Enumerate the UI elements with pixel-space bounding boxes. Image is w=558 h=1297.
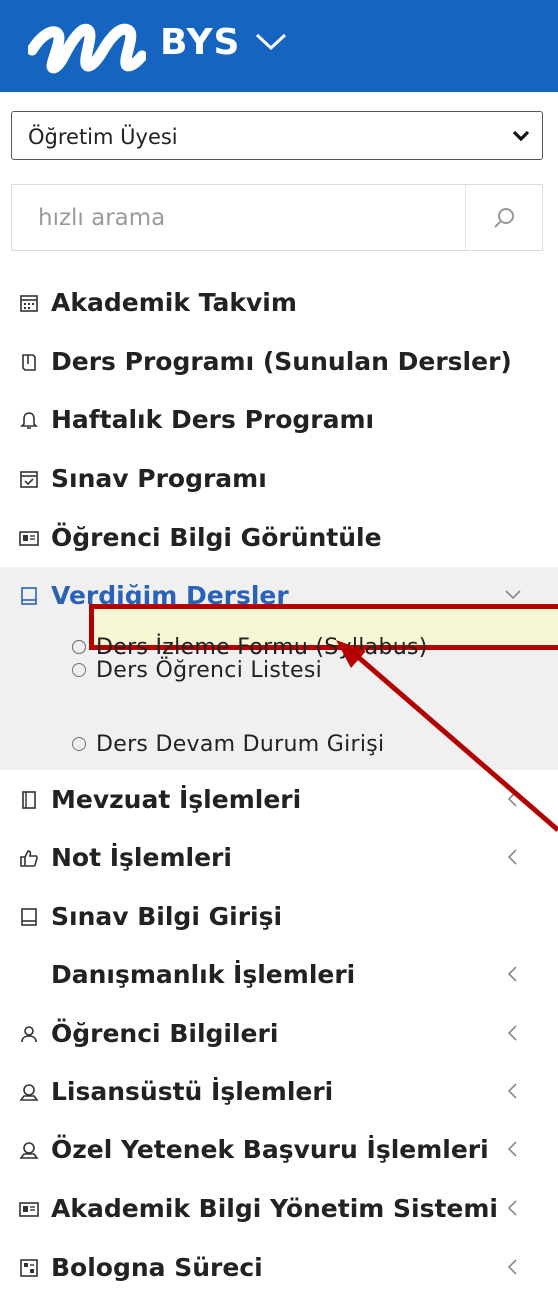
menu-item-haftalik-ders-programi[interactable]: Haftalık Ders Programı — [0, 391, 558, 449]
submenu-item-ders-devam-durum-girisi[interactable]: Ders Devam Durum Girişi — [0, 727, 558, 765]
menu-item-label: Bologna Süreci — [51, 1253, 263, 1282]
bell-icon — [20, 412, 38, 429]
submenu-item-label: Ders İzleme Formu (Syllabus) — [96, 635, 428, 660]
menu-group-verdigim-dersler: Verdiğim Dersler Ders İzleme Formu (Syll… — [0, 567, 558, 770]
menu-item-label: Lisansüstü İşlemleri — [51, 1077, 334, 1106]
search-icon — [494, 208, 514, 228]
graduate-icon — [19, 1142, 39, 1159]
menu-item-label: Ders Programı (Sunulan Dersler) — [51, 347, 512, 376]
user-icon — [21, 1026, 37, 1043]
chevron-left-icon — [507, 1259, 517, 1275]
brand-title[interactable]: BYS — [160, 22, 240, 63]
circle-icon — [72, 640, 86, 654]
menu-item-label: Öğrenci Bilgileri — [51, 1019, 279, 1048]
menu-item-label: Mevzuat İşlemleri — [51, 785, 302, 814]
submenu-item-label: Ders Devam Durum Girişi — [96, 732, 385, 757]
role-select[interactable]: Öğretim Üyesi — [11, 111, 543, 160]
chevron-down-icon[interactable] — [254, 30, 288, 52]
chevron-down-icon — [512, 130, 530, 142]
menu-item-ozel-yetenek-basvuru[interactable]: Özel Yetenek Başvuru İşlemleri — [0, 1121, 558, 1179]
menu-item-label: Özel Yetenek Başvuru İşlemleri — [51, 1135, 489, 1164]
chevron-left-icon — [507, 1083, 517, 1099]
menu-item-mevzuat-islemleri[interactable]: Mevzuat İşlemleri — [0, 771, 558, 829]
quick-search: hızlı arama — [11, 184, 543, 251]
chevron-left-icon — [507, 849, 517, 865]
id-card-icon — [19, 1202, 39, 1217]
menu-item-label: Akademik Takvim — [51, 288, 297, 317]
graduate-icon — [19, 1084, 39, 1101]
menu-item-label: Sınav Programı — [51, 464, 267, 493]
menu-item-ogrenci-bilgileri[interactable]: Öğrenci Bilgileri — [0, 1005, 558, 1063]
chevron-left-icon — [507, 1025, 517, 1041]
role-select-value: Öğretim Üyesi — [28, 125, 178, 149]
menu-item-bologna-sureci[interactable]: Bologna Süreci — [0, 1239, 558, 1297]
menu-item-not-islemleri[interactable]: Not İşlemleri — [0, 829, 558, 887]
university-logo[interactable] — [28, 16, 146, 74]
menu-item-label: Haftalık Ders Programı — [51, 405, 375, 434]
calendar-check-icon — [20, 471, 38, 488]
chevron-left-icon — [507, 966, 517, 982]
top-header: BYS — [0, 0, 558, 92]
notebook-icon — [21, 908, 37, 926]
menu-item-lisansustu-islemleri[interactable]: Lisansüstü İşlemleri — [0, 1063, 558, 1121]
id-card-icon — [19, 531, 39, 546]
menu-item-akademik-takvim[interactable]: Akademik Takvim — [0, 274, 558, 332]
menu-item-label: Akademik Bilgi Yönetim Sistemi — [51, 1194, 498, 1223]
chevron-left-icon — [507, 1200, 517, 1216]
grid-icon — [20, 1259, 38, 1277]
menu-item-ders-programi[interactable]: Ders Programı (Sunulan Dersler) — [0, 333, 558, 391]
search-button[interactable] — [465, 185, 542, 250]
notebook-icon — [21, 587, 37, 605]
book-icon — [22, 354, 36, 371]
menu-item-akademik-bilgi-yonetim[interactable]: Akademik Bilgi Yönetim Sistemi — [0, 1180, 558, 1238]
menu-item-label: Danışmanlık İşlemleri — [51, 960, 356, 989]
chevron-left-icon — [507, 1141, 517, 1157]
menu-item-danismanlik-islemleri[interactable]: Danışmanlık İşlemleri — [0, 946, 558, 1004]
circle-icon — [72, 737, 86, 751]
thumbs-up-icon — [20, 850, 38, 867]
search-input[interactable]: hızlı arama — [38, 205, 165, 231]
chevron-left-icon — [507, 791, 517, 807]
menu-item-label: Not İşlemleri — [51, 843, 232, 872]
menu-item-ogrenci-bilgi-goruntule[interactable]: Öğrenci Bilgi Görüntüle — [0, 509, 558, 567]
chevron-down-icon — [505, 590, 521, 600]
calendar-icon — [20, 295, 38, 312]
document-icon — [22, 791, 36, 809]
menu-item-label: Sınav Bilgi Girişi — [51, 902, 283, 931]
menu-item-sinav-programi[interactable]: Sınav Programı — [0, 450, 558, 508]
menu-item-label: Öğrenci Bilgi Görüntüle — [51, 523, 382, 552]
submenu-item-ders-izleme-formu-label[interactable]: Ders İzleme Formu (Syllabus) — [0, 630, 558, 668]
menu-item-sinav-bilgi-girisi[interactable]: Sınav Bilgi Girişi — [0, 888, 558, 946]
